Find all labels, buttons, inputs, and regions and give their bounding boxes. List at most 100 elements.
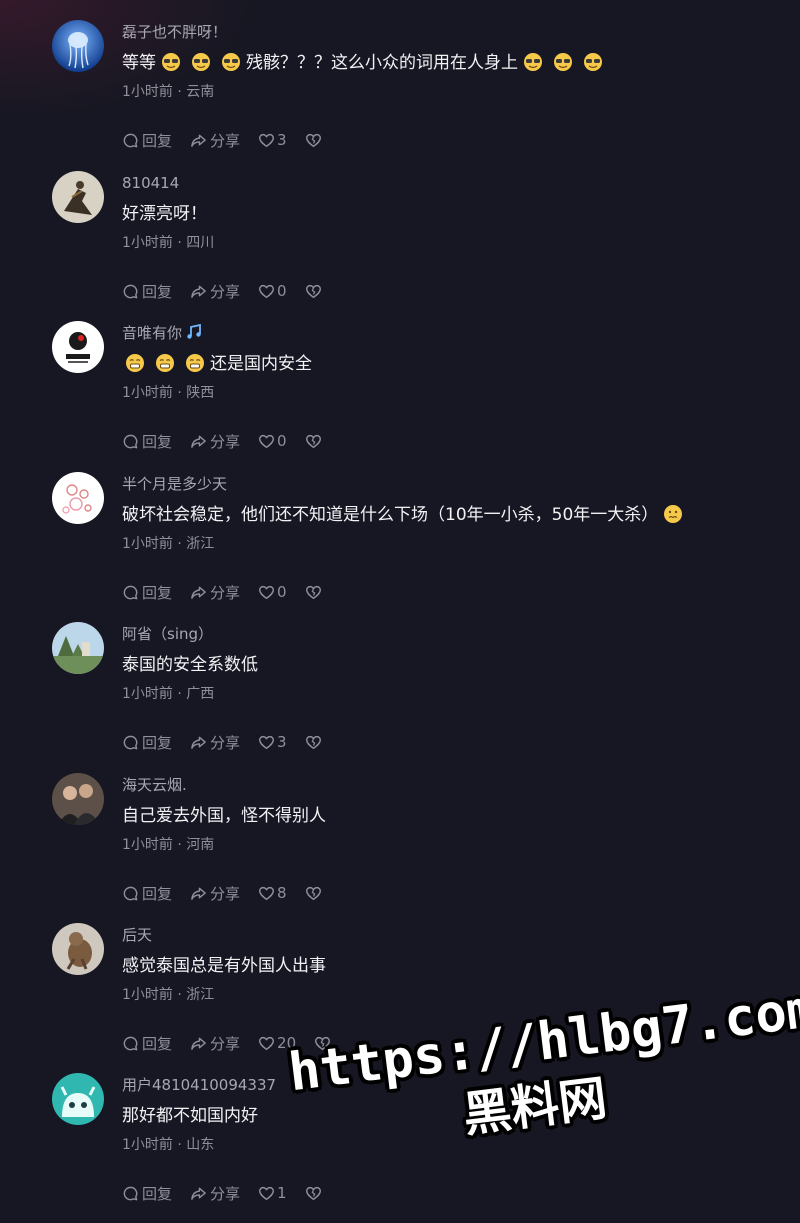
comment-username[interactable]: 810414 <box>122 171 179 195</box>
dislike-button[interactable] <box>305 433 325 450</box>
broken-heart-icon <box>305 284 321 298</box>
heart-icon <box>259 1186 275 1200</box>
comment-time-location: 1小时前 · 云南 <box>122 84 215 100</box>
comment-actions: 回复 分享 0 <box>122 429 325 453</box>
dislike-button[interactable] <box>305 734 325 751</box>
comment-username[interactable]: 后天 <box>122 923 152 947</box>
comment-actions: 回复 分享 0 <box>122 279 325 303</box>
comment-actions: 回复 分享 3 <box>122 128 325 152</box>
avatar[interactable] <box>52 773 104 825</box>
reply-button[interactable]: 回复 <box>122 582 172 603</box>
comment-item: 阿省（sing） 泰国的安全系数低 1小时前 · 广西 回复 分享 3 <box>0 622 800 772</box>
reply-label: 回复 <box>142 432 173 451</box>
avatar[interactable] <box>52 1073 104 1125</box>
broken-heart-icon <box>305 434 321 448</box>
dislike-button[interactable] <box>305 584 325 601</box>
share-arrow-icon <box>191 586 206 599</box>
share-button[interactable]: 分享 <box>190 431 240 452</box>
comment-text-part: 残骸？？？这么小众的词用在人身上 <box>246 53 518 73</box>
like-button[interactable]: 0 <box>258 432 287 450</box>
reply-button[interactable]: 回复 <box>122 130 172 151</box>
like-button[interactable]: 0 <box>258 583 287 601</box>
comment-actions: 回复 分享 8 <box>122 881 325 905</box>
comment-item: 磊子也不胖呀！ 等等 残骸？？？这么小众的词用在人身上 1小时前 · 云南 回复 … <box>0 20 800 170</box>
heart-icon <box>259 585 275 599</box>
comment-text: 还是国内安全 <box>122 349 312 379</box>
reply-button[interactable]: 回复 <box>122 1183 172 1204</box>
reply-button[interactable]: 回复 <box>122 431 172 452</box>
reply-bubble-icon <box>123 284 138 298</box>
avatar[interactable] <box>52 321 104 373</box>
share-arrow-icon <box>191 736 206 749</box>
reply-button[interactable]: 回复 <box>122 281 172 302</box>
comment-username[interactable]: 用户4810410094337 <box>122 1073 276 1097</box>
avatar[interactable] <box>52 923 104 975</box>
reply-button[interactable]: 回复 <box>122 883 172 904</box>
share-button[interactable]: 分享 <box>190 281 240 302</box>
reply-bubble-icon <box>123 735 138 749</box>
comment-username[interactable]: 音唯有你 <box>122 321 203 345</box>
comment-actions: 回复 分享 1 <box>122 1181 325 1205</box>
share-button[interactable]: 分享 <box>190 1183 240 1204</box>
jellyfish-avatar-icon <box>52 20 104 72</box>
share-label: 分享 <box>210 884 241 903</box>
broken-heart-icon <box>315 1036 331 1050</box>
like-count: 3 <box>277 131 287 149</box>
dislike-button[interactable] <box>305 283 325 300</box>
reply-button[interactable]: 回复 <box>122 732 172 753</box>
share-label: 分享 <box>210 1034 241 1053</box>
share-button[interactable]: 分享 <box>190 130 240 151</box>
cool-sunglasses-emoji-icon <box>222 53 240 71</box>
avatar[interactable] <box>52 20 104 72</box>
reply-bubble-icon <box>123 585 138 599</box>
reply-label: 回复 <box>142 1184 173 1203</box>
comment-time-location: 1小时前 · 山东 <box>122 1137 215 1153</box>
comment-username[interactable]: 阿省（sing） <box>122 622 213 646</box>
comment-username[interactable]: 海天云烟. <box>122 773 187 797</box>
like-count: 0 <box>277 583 287 601</box>
share-button[interactable]: 分享 <box>190 1033 240 1054</box>
logo-avatar-icon <box>52 321 104 373</box>
comment-time-location: 1小时前 · 四川 <box>122 235 215 251</box>
comment-time-location: 1小时前 · 广西 <box>122 686 215 702</box>
heart-icon <box>259 886 275 900</box>
like-button[interactable]: 3 <box>258 733 287 751</box>
comment-username[interactable]: 半个月是多少天 <box>122 472 227 496</box>
dislike-button[interactable] <box>305 1185 325 1202</box>
share-button[interactable]: 分享 <box>190 732 240 753</box>
reply-button[interactable]: 回复 <box>122 1033 172 1054</box>
like-button[interactable]: 8 <box>258 884 287 902</box>
dislike-button[interactable] <box>314 1035 334 1052</box>
animal-photo-avatar-icon <box>52 923 104 975</box>
reply-bubble-icon <box>123 434 138 448</box>
comment-item: 音唯有你 还是国内安全 1小时前 · 陕西 回复 分享 0 <box>0 321 800 471</box>
dislike-button[interactable] <box>305 132 325 149</box>
share-button[interactable]: 分享 <box>190 582 240 603</box>
comment-actions: 回复 分享 3 <box>122 730 325 754</box>
like-button[interactable]: 0 <box>258 282 287 300</box>
share-label: 分享 <box>210 1184 241 1203</box>
like-button[interactable]: 20 <box>258 1034 296 1052</box>
dislike-button[interactable] <box>305 885 325 902</box>
cool-sunglasses-emoji-icon <box>524 53 542 71</box>
heart-icon <box>259 1036 275 1050</box>
share-label: 分享 <box>210 733 241 752</box>
grimace-smile-emoji-icon <box>156 354 174 372</box>
comment-text-part: 还是国内安全 <box>210 354 312 374</box>
comment-username[interactable]: 磊子也不胖呀！ <box>122 20 227 44</box>
broken-heart-icon <box>305 585 321 599</box>
comment-text: 好漂亮呀！ <box>122 204 207 224</box>
avatar[interactable] <box>52 622 104 674</box>
like-button[interactable]: 1 <box>258 1184 287 1202</box>
share-button[interactable]: 分享 <box>190 883 240 904</box>
cartoon-avatar-icon <box>52 1073 104 1125</box>
comment-text: 自己爱去外国，怪不得别人 <box>122 806 326 826</box>
avatar[interactable] <box>52 472 104 524</box>
landscape-avatar-icon <box>52 622 104 674</box>
avatar[interactable] <box>52 171 104 223</box>
comment-time-location: 1小时前 · 陕西 <box>122 385 215 401</box>
reply-bubble-icon <box>123 1186 138 1200</box>
like-button[interactable]: 3 <box>258 131 287 149</box>
share-label: 分享 <box>210 583 241 602</box>
comment-item: 810414 好漂亮呀！ 1小时前 · 四川 回复 分享 0 <box>0 171 800 321</box>
